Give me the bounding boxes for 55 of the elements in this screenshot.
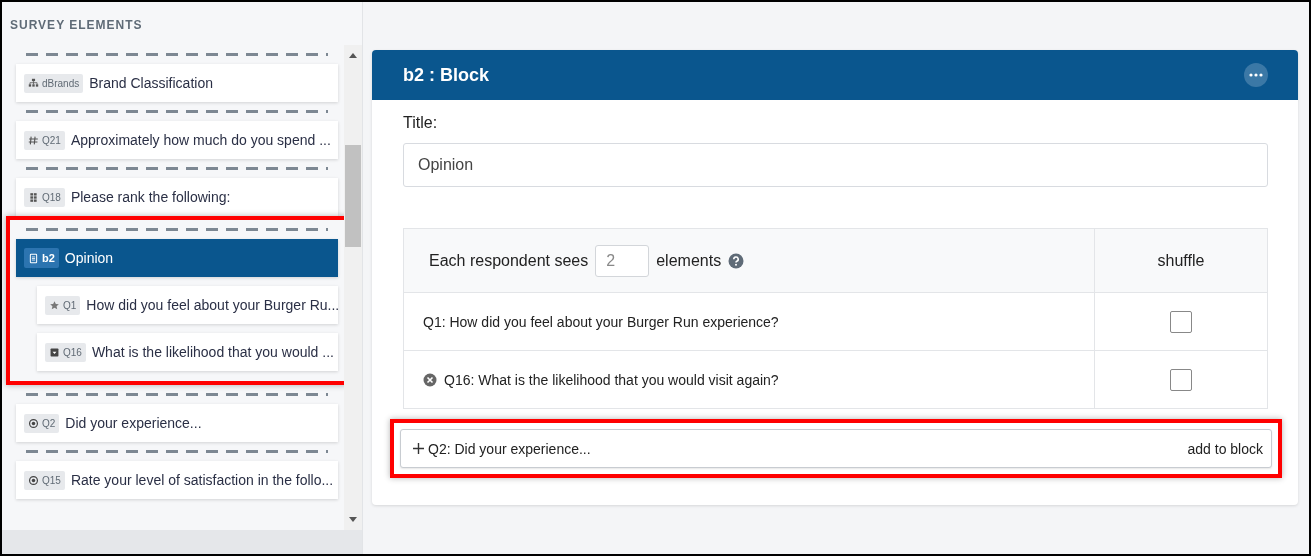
count-field[interactable]: 2: [595, 244, 650, 277]
question-item[interactable]: dBrands Brand Classification: [16, 64, 338, 102]
scroll-up-icon[interactable]: [348, 51, 358, 59]
sidebar-title: SURVEY ELEMENTS: [9, 17, 144, 34]
shuffle-checkbox[interactable]: [1170, 368, 1192, 391]
dropdown-icon: [49, 346, 60, 358]
type-tag: Q16: [45, 342, 86, 362]
remove-icon[interactable]: [423, 372, 437, 387]
item-label: Approximately how much do you spend ...: [70, 132, 331, 148]
question-item[interactable]: Q21 Approximately how much do you spend ...: [16, 121, 338, 159]
item-label: Opinion: [64, 250, 114, 266]
item-label: Brand Classification: [89, 75, 213, 91]
type-tag: b2: [24, 248, 59, 268]
field-label: Title:: [403, 114, 439, 132]
rating-icon: [49, 299, 60, 311]
type-tag: dBrands: [24, 73, 84, 93]
add-to-block-link[interactable]: add to block: [1187, 440, 1263, 457]
block-item[interactable]: b2 Opinion: [16, 239, 338, 277]
item-label: Please rank the following:: [70, 189, 231, 205]
choice-icon: [28, 474, 39, 486]
item-label: Did your experience...: [65, 415, 202, 431]
question-item[interactable]: Q2 Did your experience...: [16, 404, 338, 442]
type-tag: Q15: [24, 470, 65, 490]
question-item[interactable]: Q18 Please rank the following:: [16, 178, 338, 216]
row-label: Q16: What is the likelihood that you would visit again?: [444, 371, 779, 388]
question-item[interactable]: Q16 What is the likelihood that you would ...: [37, 333, 338, 371]
item-label: How did you feel about your Burger Ru...: [86, 297, 340, 313]
question-item[interactable]: Q15 Rate your level of satisfaction in the follo...: [16, 461, 338, 499]
add-row[interactable]: Q2: Did your experience... add to block: [400, 429, 1272, 468]
panel-title: b2 : Block: [403, 64, 490, 86]
plus-icon: [413, 443, 424, 454]
type-tag: Q21: [24, 130, 65, 150]
scrollbar-thumb[interactable]: [345, 145, 361, 247]
type-tag: Q18: [24, 187, 65, 207]
rank-icon: [28, 191, 39, 203]
label-text: Each respondent sees: [429, 251, 589, 270]
classification-icon: [28, 77, 39, 89]
block-icon: [28, 252, 39, 264]
row-label: Q2: Did your experience...: [428, 440, 591, 457]
scroll-down-icon[interactable]: [348, 516, 358, 524]
label-text: elements: [656, 251, 722, 270]
column-header: shuffle: [1157, 251, 1205, 270]
choice-icon: [28, 417, 39, 429]
shuffle-checkbox[interactable]: [1170, 310, 1192, 333]
item-label: What is the likelihood that you would ...: [91, 344, 334, 360]
type-tag: Q1: [45, 295, 81, 315]
more-button[interactable]: [1244, 63, 1268, 87]
more-icon: [1249, 73, 1263, 77]
item-label: Rate your level of satisfaction in the follo...: [70, 472, 334, 488]
title-field[interactable]: Opinion: [403, 143, 1268, 187]
help-icon[interactable]: [728, 252, 745, 269]
question-item[interactable]: Q1 How did you feel about your Burger Ru...: [37, 286, 338, 324]
number-icon: [28, 134, 39, 146]
type-tag: Q2: [24, 413, 60, 433]
row-label: Q1: How did you feel about your Burger Run experience?: [423, 313, 779, 330]
